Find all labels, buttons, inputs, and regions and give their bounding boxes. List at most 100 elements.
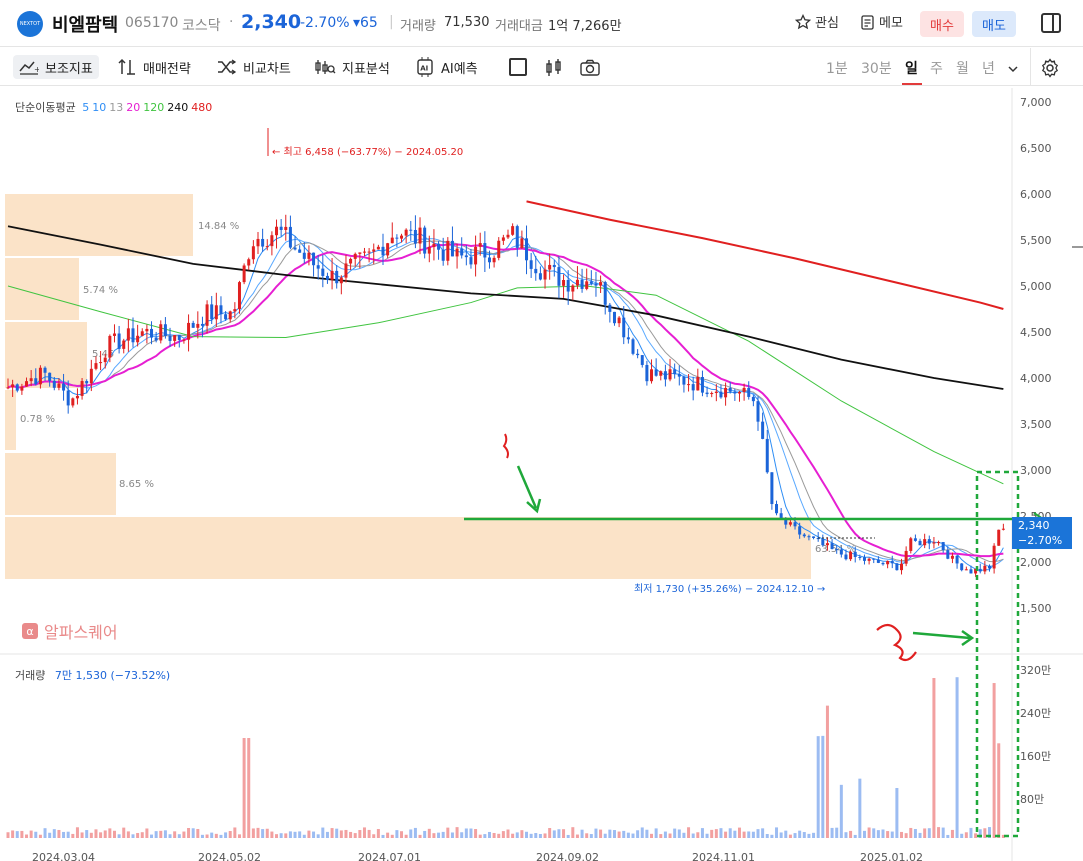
candle-body bbox=[437, 243, 441, 250]
volume-bar bbox=[682, 832, 686, 838]
candle-body bbox=[691, 384, 695, 391]
volume-bar bbox=[700, 828, 704, 838]
volume-bar bbox=[858, 778, 862, 838]
ma-legend-item: 240 bbox=[167, 101, 189, 114]
candle-body bbox=[700, 377, 704, 393]
volume-bar bbox=[881, 829, 885, 838]
candle-body bbox=[650, 369, 654, 382]
candle-body bbox=[825, 543, 829, 546]
candle-body bbox=[918, 540, 922, 546]
volume-bar bbox=[705, 833, 709, 838]
volume-bar bbox=[886, 831, 890, 838]
candle-body bbox=[585, 281, 589, 289]
volume-bar bbox=[251, 828, 255, 838]
volume-bar bbox=[872, 828, 876, 838]
volume-bar bbox=[279, 833, 283, 838]
volume-bar bbox=[927, 828, 931, 838]
candle-body bbox=[362, 251, 366, 253]
volume-bar bbox=[307, 830, 311, 838]
volume-bar bbox=[122, 827, 126, 838]
candle-body bbox=[293, 247, 297, 250]
date-axis-label: 2024.07.01 bbox=[358, 851, 421, 861]
candle-body bbox=[932, 542, 936, 544]
volume-bar bbox=[270, 831, 274, 838]
volume-bar bbox=[612, 830, 616, 838]
candle-body bbox=[38, 367, 42, 385]
candle-body bbox=[876, 559, 880, 563]
volume-bar bbox=[145, 828, 149, 838]
candle-body bbox=[450, 240, 454, 257]
volume-bar bbox=[501, 831, 505, 838]
candle-body bbox=[788, 522, 792, 525]
ma-legend: 단순이동평균 5 10 13 20 120 240 480 bbox=[15, 99, 218, 115]
candle-body bbox=[668, 369, 672, 380]
volume-bar bbox=[761, 828, 765, 838]
candle-body bbox=[441, 249, 445, 261]
volume-bar bbox=[358, 830, 362, 838]
volume-bar bbox=[913, 828, 917, 838]
candle-body bbox=[497, 240, 501, 258]
volume-bar bbox=[390, 834, 394, 838]
candle-body bbox=[136, 335, 140, 343]
price-axis-label: 5,500 bbox=[1020, 234, 1052, 247]
candle-body bbox=[182, 339, 186, 341]
candle-body bbox=[964, 569, 968, 571]
volume-bar bbox=[237, 834, 241, 838]
volume-bar bbox=[446, 827, 450, 838]
volume-bar bbox=[205, 834, 209, 838]
candle-body bbox=[673, 369, 677, 375]
candle-body bbox=[34, 378, 38, 385]
candle-body bbox=[413, 229, 417, 244]
volume-bar bbox=[469, 828, 473, 838]
volume-bar bbox=[687, 827, 691, 838]
profile-bar bbox=[5, 258, 79, 320]
candle-body bbox=[339, 277, 343, 284]
volume-bar bbox=[853, 834, 857, 838]
volume-bar bbox=[38, 834, 42, 838]
ma-legend-item: 120 bbox=[143, 101, 165, 114]
volume-bar bbox=[386, 832, 390, 838]
price-chart[interactable]: 14.84 %5.74 %5.450.78 %8.65 %63.54 % 7,0… bbox=[0, 0, 1083, 861]
candle-body bbox=[835, 549, 839, 551]
volume-bar bbox=[224, 832, 228, 838]
candle-body bbox=[950, 555, 954, 559]
volume-axis-label: 160만 bbox=[1020, 750, 1051, 763]
date-axis-label: 2024.09.02 bbox=[536, 851, 599, 861]
volume-bar bbox=[557, 829, 561, 838]
candle-body bbox=[858, 556, 862, 558]
candle-body bbox=[886, 561, 890, 565]
candle-body bbox=[983, 565, 987, 572]
candle-body bbox=[191, 322, 195, 328]
volume-bar bbox=[140, 832, 144, 838]
candle-body bbox=[724, 387, 728, 398]
candle-body bbox=[89, 368, 93, 384]
candle-body bbox=[765, 438, 769, 473]
candle-body bbox=[219, 305, 223, 315]
ma-legend-item: 5 bbox=[82, 101, 90, 114]
candle-body bbox=[196, 323, 200, 328]
profile-bar bbox=[5, 390, 16, 450]
candle-body bbox=[867, 558, 871, 561]
candle-body bbox=[261, 238, 265, 247]
volume-bar bbox=[969, 827, 973, 838]
candle-body bbox=[987, 565, 991, 569]
volume-bar bbox=[372, 834, 376, 838]
volume-bar bbox=[108, 828, 112, 838]
volume-bar bbox=[89, 832, 93, 838]
volume-bar bbox=[353, 833, 357, 838]
candle-body bbox=[798, 526, 802, 535]
candle-body bbox=[353, 253, 357, 259]
candle-body bbox=[117, 333, 121, 349]
volume-bar bbox=[432, 833, 436, 838]
candle-body bbox=[710, 392, 714, 395]
volume-bar bbox=[163, 830, 167, 838]
volume-bar bbox=[423, 830, 427, 838]
candle-body bbox=[645, 364, 649, 382]
volume-bar bbox=[487, 831, 491, 838]
volume-bar bbox=[404, 834, 408, 838]
volume-bar bbox=[177, 834, 181, 838]
candle-body bbox=[862, 557, 866, 561]
volume-bar bbox=[99, 832, 103, 838]
volume-bar bbox=[52, 829, 56, 838]
price-axis-label: 4,000 bbox=[1020, 372, 1052, 385]
